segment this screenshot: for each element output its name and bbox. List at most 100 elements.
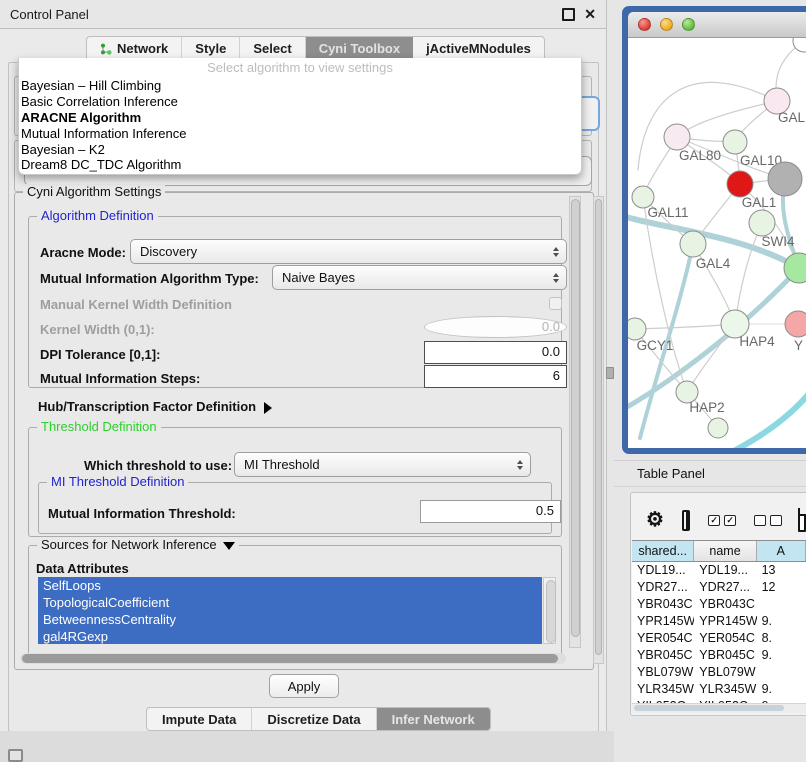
network-window-titlebar[interactable] xyxy=(628,12,806,38)
gear-icon[interactable]: ⚙ xyxy=(646,510,664,530)
network-node-gal10[interactable] xyxy=(723,130,747,154)
close-traffic-light-icon[interactable] xyxy=(638,18,651,31)
which-threshold-value: MI Threshold xyxy=(244,457,320,472)
split-table-icon[interactable] xyxy=(682,510,690,531)
bottom-strip xyxy=(0,731,614,762)
table-row[interactable]: YDL19...YDL19...13 xyxy=(632,562,806,579)
attribute-list-item[interactable]: BetweennessCentrality xyxy=(38,611,542,628)
close-panel-icon[interactable]: ✕ xyxy=(584,7,596,21)
table-row[interactable]: YPR145WYPR145W9. xyxy=(632,613,806,630)
node-label: GCY1 xyxy=(637,338,674,353)
network-node-gal4[interactable] xyxy=(680,231,706,257)
panel-vertical-scrollbar[interactable] xyxy=(593,196,604,664)
splitter-handle[interactable] xyxy=(606,367,614,379)
table-cell: 13 xyxy=(757,562,806,579)
node-label: GAL4 xyxy=(696,256,731,271)
tab-jactivemnodules[interactable]: jActiveMNodules xyxy=(413,37,544,60)
node-label: SWI4 xyxy=(761,234,794,249)
dpi-tolerance-field[interactable]: 0.0 xyxy=(424,341,567,364)
table-cell: YBR045C xyxy=(632,647,694,664)
network-node[interactable] xyxy=(708,418,728,438)
table-row[interactable]: YBL079WYBL079W xyxy=(632,664,806,681)
algorithm-option[interactable]: Bayesian – K2 xyxy=(19,142,581,158)
mi-threshold-field[interactable]: 0.5 xyxy=(420,500,561,523)
table-cell xyxy=(757,596,806,613)
node-label: GAL xyxy=(778,110,806,125)
table-cell: YBR043C xyxy=(694,596,756,613)
sources-title[interactable]: Sources for Network Inference xyxy=(37,537,239,552)
tab-network[interactable]: Network xyxy=(87,37,182,60)
network-node-y[interactable] xyxy=(785,311,806,337)
kernel-width-field[interactable]: 0.0 xyxy=(424,316,567,338)
column-header-a[interactable]: A xyxy=(757,541,806,561)
tab-select[interactable]: Select xyxy=(240,37,305,60)
control-panel-window: Control Panel ✕ NetworkStyleSelectCyni T… xyxy=(0,0,607,732)
network-node-gal1[interactable] xyxy=(727,171,753,197)
data-attributes-label: Data Attributes xyxy=(36,561,129,576)
table-cell: YBR043C xyxy=(632,596,694,613)
kernel-width-label: Kernel Width (0,1): xyxy=(40,322,155,337)
aracne-mode-label: Aracne Mode: xyxy=(40,245,126,260)
tab-discretize-data[interactable]: Discretize Data xyxy=(252,708,376,730)
bottom-tab-bar: Impute DataDiscretize DataInfer Network xyxy=(146,707,491,731)
tab-cyni-toolbox[interactable]: Cyni Toolbox xyxy=(306,37,413,60)
aracne-mode-combo[interactable]: Discovery xyxy=(130,239,567,264)
tab-infer-network[interactable]: Infer Network xyxy=(377,708,490,730)
manual-kernel-label: Manual Kernel Width Definition xyxy=(40,297,232,312)
table-cell xyxy=(757,664,806,681)
checkbox-unchecked-icon[interactable] xyxy=(754,515,766,526)
attributes-list-scrollbar[interactable] xyxy=(543,577,556,644)
node-label: GAL80 xyxy=(679,148,721,163)
settings-horizontal-scrollbar[interactable] xyxy=(20,653,566,664)
mi-type-label: Mutual Information Algorithm Type: xyxy=(40,271,259,286)
network-node[interactable] xyxy=(749,210,775,236)
sources-title-label: Sources for Network Inference xyxy=(41,537,217,552)
table-row[interactable]: YBR043CYBR043C xyxy=(632,596,806,613)
algorithm-option[interactable]: Mutual Information Inference xyxy=(19,126,581,142)
tab-impute-data[interactable]: Impute Data xyxy=(147,708,252,730)
settings-vertical-scrollbar[interactable] xyxy=(569,196,581,648)
network-node-gal80[interactable] xyxy=(664,124,690,150)
tab-style[interactable]: Style xyxy=(182,37,240,60)
network-node[interactable] xyxy=(768,162,802,196)
table-cell: YBR045C xyxy=(694,647,756,664)
checkbox-unchecked-icon[interactable] xyxy=(770,515,782,526)
network-node-gcy1[interactable] xyxy=(628,318,646,340)
algorithm-option[interactable]: ARACNE Algorithm xyxy=(19,110,581,126)
zoom-traffic-light-icon[interactable] xyxy=(682,18,695,31)
mi-steps-field[interactable]: 6 xyxy=(424,365,567,388)
table-cell: YER054C xyxy=(694,630,756,647)
hub-definition-expander[interactable]: Hub/Transcription Factor Definition xyxy=(38,399,272,414)
minimized-panel-icon[interactable] xyxy=(8,749,23,762)
attribute-list-item[interactable]: TopologicalCoefficient xyxy=(38,594,542,611)
algorithm-dropdown-hint: Select algorithm to view settings xyxy=(19,58,581,78)
table-row[interactable]: YLR345WYLR345W9. xyxy=(632,681,806,698)
file-icon[interactable] xyxy=(798,508,806,532)
which-threshold-combo[interactable]: MI Threshold xyxy=(234,452,531,477)
algorithm-option[interactable]: Dream8 DC_TDC Algorithm xyxy=(19,157,581,173)
table-cell: 9. xyxy=(757,681,806,698)
attribute-list-item[interactable]: gal4RGexp xyxy=(38,628,542,644)
attribute-list-item[interactable]: SelfLoops xyxy=(38,577,542,594)
checkbox-checked-icon[interactable]: ✓ xyxy=(724,515,736,526)
apply-button[interactable]: Apply xyxy=(269,674,339,698)
column-header-name[interactable]: name xyxy=(694,541,756,561)
network-icon xyxy=(100,43,112,55)
table-horizontal-scrollbar[interactable] xyxy=(632,703,806,713)
minimize-traffic-light-icon[interactable] xyxy=(660,18,673,31)
manual-kernel-checkbox[interactable] xyxy=(549,297,562,310)
table-row[interactable]: YER054CYER054C8. xyxy=(632,630,806,647)
float-panel-icon[interactable] xyxy=(562,8,575,21)
algorithm-option[interactable]: Bayesian – Hill Climbing xyxy=(19,78,581,94)
column-header-shared-[interactable]: shared... xyxy=(632,541,694,561)
threshold-definition-title: Threshold Definition xyxy=(37,419,161,434)
mi-type-combo[interactable]: Naive Bayes xyxy=(272,265,567,290)
table-row[interactable]: YDR27...YDR27...12 xyxy=(632,579,806,596)
network-canvas[interactable]: GALGAL80GAL10GAL1GAL11SWI4GAL4GCY1HAP4YH… xyxy=(628,38,806,448)
table-row[interactable]: YBR045CYBR045C9. xyxy=(632,647,806,664)
algorithm-option[interactable]: Basic Correlation Inference xyxy=(19,94,581,110)
table-cell: YBL079W xyxy=(694,664,756,681)
network-graph: GALGAL80GAL10GAL1GAL11SWI4GAL4GCY1HAP4YH… xyxy=(628,38,806,448)
network-node[interactable] xyxy=(793,38,806,52)
checkbox-checked-icon[interactable]: ✓ xyxy=(708,515,720,526)
